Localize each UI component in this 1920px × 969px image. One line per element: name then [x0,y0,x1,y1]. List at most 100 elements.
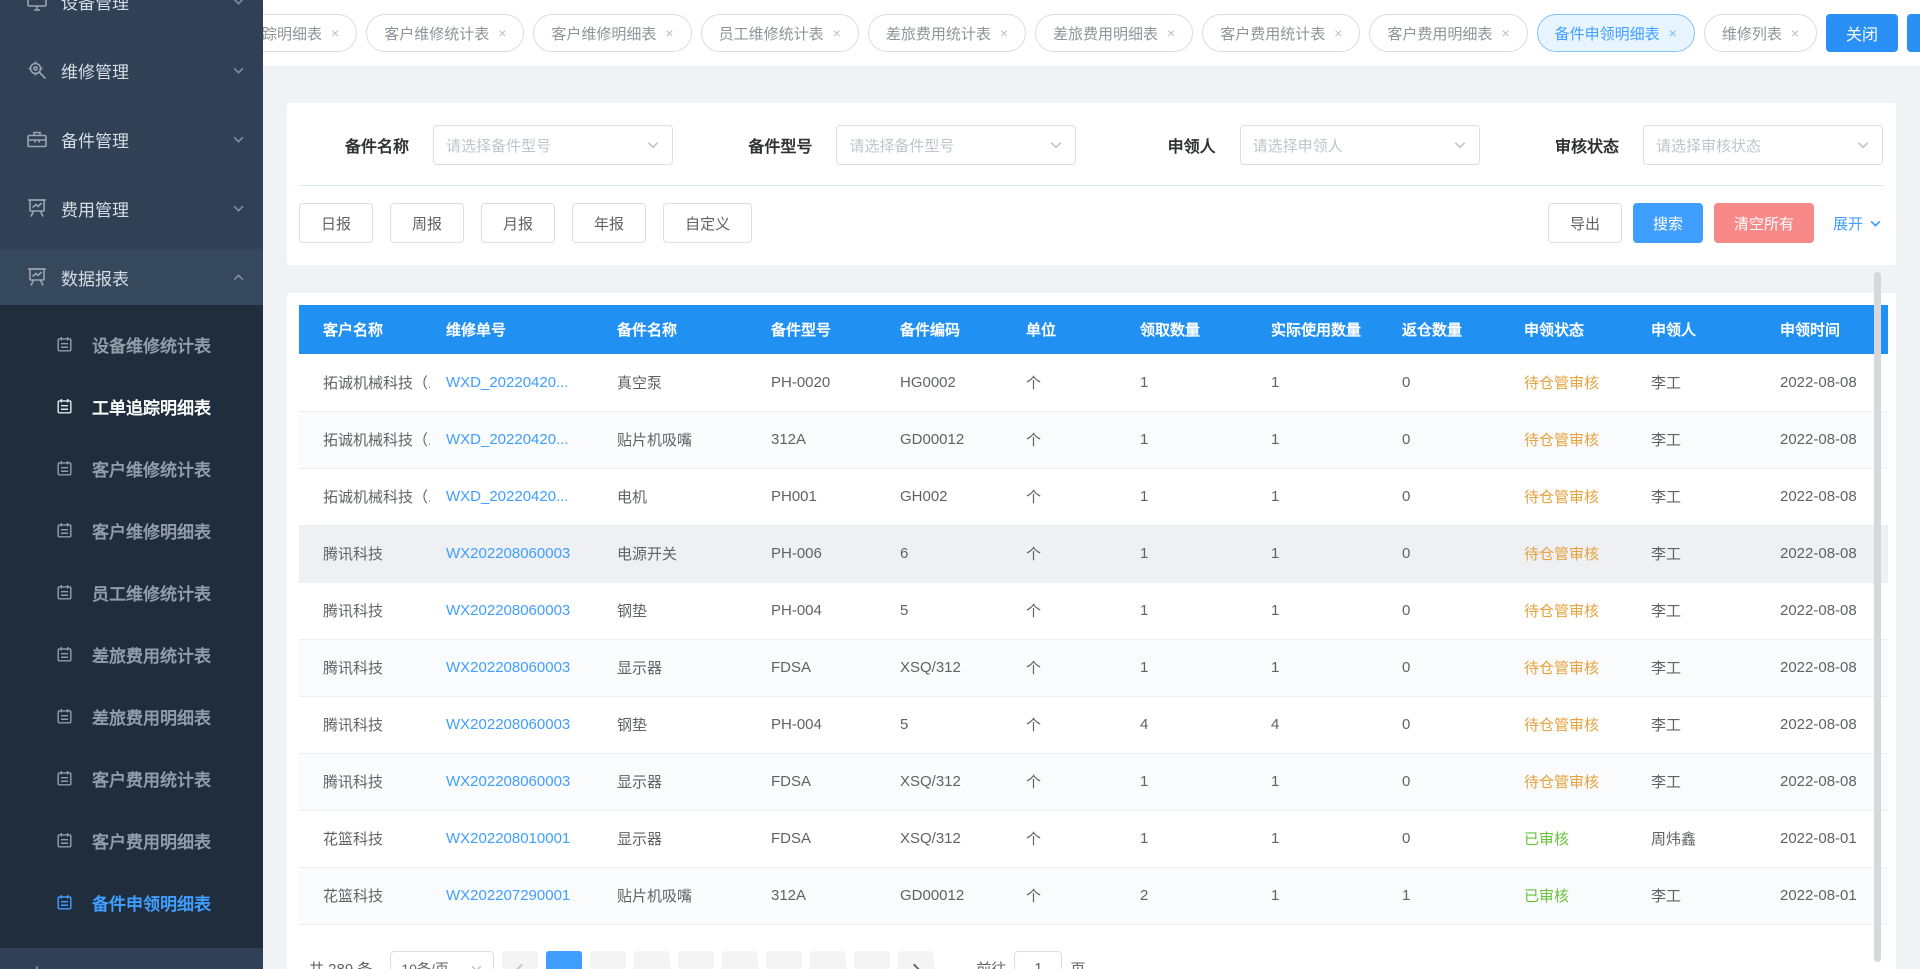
cell-customer: 拓诚机械科技（... [299,411,430,468]
cell-code: XSQ/312 [884,639,1010,696]
cell-model: 312A [755,411,884,468]
close-icon[interactable]: × [1334,26,1342,40]
filter-select[interactable]: 请选择备件型号 [433,125,673,165]
filter-select[interactable]: 请选择申领人 [1240,125,1480,165]
expense-icon [25,196,49,220]
tab[interactable]: 差旅费用明细表 × [1035,14,1193,52]
cell-part-name: 显示器 [601,639,755,696]
close-icon[interactable]: × [833,26,841,40]
close-icon[interactable]: × [1501,26,1509,40]
cell-date: 2022-08-01 [1764,867,1888,924]
cell-applicant: 李工 [1635,753,1764,810]
table-row: 花篮科技 WX202207290001 贴片机吸嘴 312A GD00012 个… [299,867,1888,924]
sidebar-submenu-item[interactable]: 设备维修统计表 [0,313,263,375]
date-range-button[interactable]: 年报 [572,203,646,243]
search-button[interactable]: 搜索 [1633,203,1703,243]
date-range-button[interactable]: 月报 [481,203,555,243]
tab[interactable]: 备件申领明细表 × [1537,14,1695,52]
close-icon[interactable]: × [1167,26,1175,40]
sidebar-submenu-item[interactable]: 客户费用明细表 [0,809,263,871]
filter-select[interactable]: 请选择备件型号 [836,125,1076,165]
repair-order-link[interactable]: WX202207290001 [446,887,570,904]
page-button[interactable] [722,951,758,969]
tab[interactable]: 员工维修统计表 × [701,14,859,52]
cell-returned-qty: 0 [1386,525,1508,582]
prev-page-button[interactable] [502,951,538,969]
cell-order: WX202208060003 [430,639,601,696]
total-count: 共 289 条 [309,958,372,969]
repair-order-link[interactable]: WX202208060003 [446,773,570,790]
date-range-button[interactable]: 自定义 [663,203,752,243]
page-button[interactable] [854,951,890,969]
cell-code: GD00012 [884,411,1010,468]
sidebar-submenu-item[interactable]: 差旅费用统计表 [0,623,263,685]
sidebar-item[interactable]: 数据报表 [0,249,263,305]
column-header: 备件型号 [755,305,884,354]
tab[interactable]: 客户费用统计表 × [1202,14,1360,52]
page-button[interactable] [810,951,846,969]
export-button[interactable]: 导出 [1548,203,1622,243]
tab[interactable]: 工单追踪明细表 × [263,14,357,52]
sidebar-submenu-item[interactable]: 客户维修明细表 [0,499,263,561]
close-icon[interactable]: × [331,26,339,40]
tab[interactable]: 维修列表 × [1704,14,1817,52]
repair-order-link[interactable]: WXD_20220420... [446,431,569,448]
date-range-button[interactable]: 周报 [390,203,464,243]
cell-model: FDSA [755,753,884,810]
close-icon[interactable]: × [1000,26,1008,40]
repair-order-link[interactable]: WX202208060003 [446,659,570,676]
sidebar-item[interactable]: 维修管理 [0,42,263,98]
filter-row: 备件名称 请选择备件型号 备件型号 请选择备件型号 [287,103,1896,185]
page-button[interactable] [678,951,714,969]
sidebar-submenu-item[interactable]: 客户维修统计表 [0,437,263,499]
sidebar-submenu-item[interactable]: 备件申领明细表 [0,871,263,933]
sidebar-item[interactable]: 备件管理 [0,111,263,167]
repair-order-link[interactable]: WXD_20220420... [446,488,569,505]
tab[interactable]: 客户维修明细表 × [533,14,691,52]
sidebar-item[interactable]: 设备管理 [0,0,263,29]
sidebar-item-settings[interactable]: 系统设置 [0,948,263,969]
sidebar-item[interactable]: 费用管理 [0,180,263,236]
sidebar: 设备管理 维修管理 备件管理 费用管理 数据报表 [0,0,263,969]
tab[interactable]: 差旅费用统计表 × [868,14,1026,52]
cell-order: WX202208060003 [430,696,601,753]
status-text: 待仓管审核 [1524,546,1599,563]
repair-order-link[interactable]: WX202208010001 [446,830,570,847]
tab[interactable]: 客户维修统计表 × [366,14,524,52]
column-header: 申领状态 [1508,305,1635,354]
board-display-button[interactable]: 看板展示 [1907,14,1920,52]
page-button[interactable] [590,951,626,969]
goto-page: 前往 页 [976,951,1085,969]
close-icon[interactable]: × [1669,26,1677,40]
clear-all-button[interactable]: 清空所有 [1714,203,1814,243]
repair-order-link[interactable]: WXD_20220420... [446,374,569,391]
sidebar-submenu-item[interactable]: 员工维修统计表 [0,561,263,623]
date-range-button[interactable]: 日报 [299,203,373,243]
page-size-select[interactable]: 10条/页 [390,951,494,969]
tab[interactable]: 客户费用明细表 × [1369,14,1527,52]
page-button[interactable] [634,951,670,969]
sidebar-submenu-label: 备件申领明细表 [92,890,211,915]
goto-page-input[interactable] [1014,951,1062,969]
expand-link[interactable]: 展开 [1833,213,1882,234]
sidebar-submenu-item[interactable]: 工单追踪明细表 [0,375,263,437]
close-icon[interactable]: × [1791,26,1799,40]
close-icon[interactable]: × [665,26,673,40]
close-button[interactable]: 关闭 [1826,14,1898,52]
cell-order: WX202207290001 [430,867,601,924]
repair-order-link[interactable]: WX202208060003 [446,545,570,562]
repair-order-link[interactable]: WX202208060003 [446,716,570,733]
sidebar-submenu-item[interactable]: 客户费用统计表 [0,747,263,809]
cell-unit: 个 [1010,810,1124,867]
sidebar-submenu-label: 客户维修明细表 [92,518,211,543]
filter-select[interactable]: 请选择审核状态 [1643,125,1883,165]
page-button[interactable] [546,951,582,969]
cell-date: 2022-08-08 [1764,582,1888,639]
close-icon[interactable]: × [498,26,506,40]
vertical-scrollbar[interactable] [1874,272,1881,962]
sidebar-submenu-item[interactable]: 差旅费用明细表 [0,685,263,747]
cell-status: 待仓管审核 [1508,468,1635,525]
page-button[interactable] [766,951,802,969]
repair-order-link[interactable]: WX202208060003 [446,602,570,619]
next-page-button[interactable] [898,951,934,969]
